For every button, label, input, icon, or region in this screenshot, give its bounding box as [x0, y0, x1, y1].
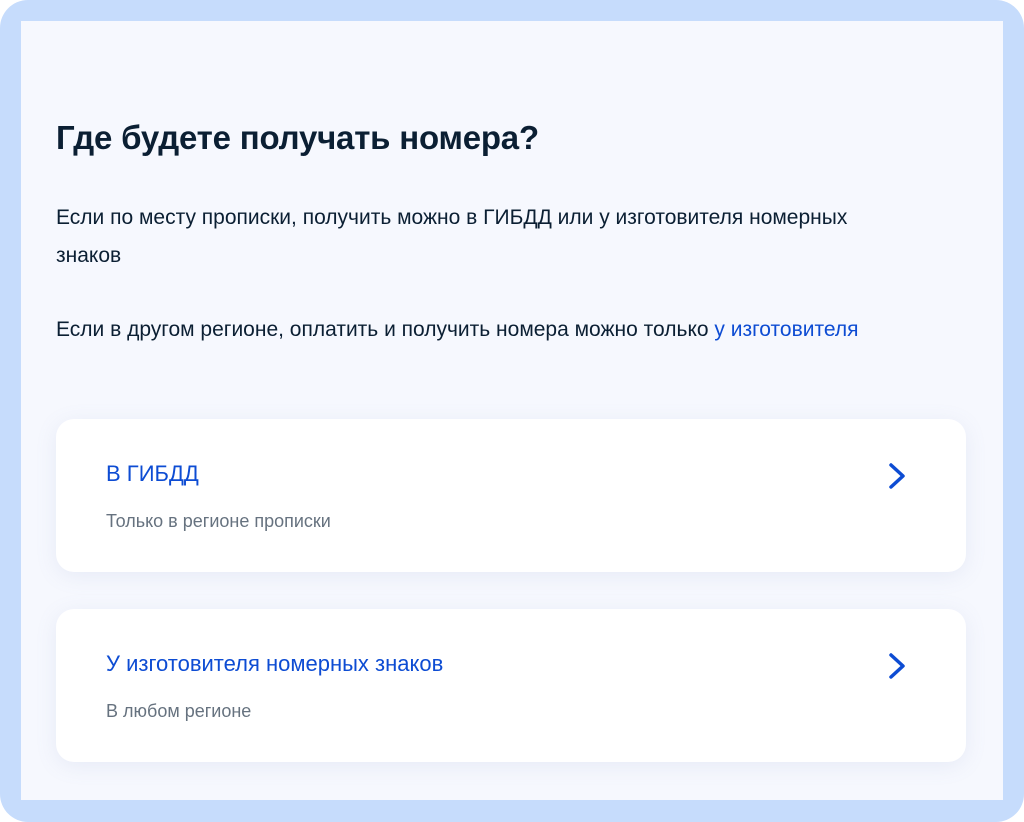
option-card-gibdd[interactable]: В ГИБДД Только в регионе прописки	[56, 419, 966, 572]
chevron-right-icon	[889, 653, 905, 679]
page-title: Где будете получать номера?	[56, 119, 539, 156]
info-paragraph-text: Если в другом регионе, оплатить и получи…	[56, 318, 715, 341]
info-paragraph-residence: Если по месту прописки, получить можно в…	[56, 206, 848, 267]
screenshot-frame: Где будете получать номера? Если по мест…	[0, 0, 1024, 822]
option-title: В ГИБДД	[106, 461, 199, 486]
info-paragraph-other-region: Если в другом регионе, оплатить и получи…	[56, 311, 916, 349]
content-panel: Где будете получать номера? Если по мест…	[21, 21, 1003, 800]
option-subtitle: В любом регионе	[106, 701, 252, 721]
option-card-manufacturer[interactable]: У изготовителя номерных знаков В любом р…	[56, 609, 966, 762]
option-subtitle: Только в регионе прописки	[106, 511, 331, 531]
chevron-right-icon	[889, 463, 905, 489]
manufacturer-link[interactable]: у изготовителя	[714, 318, 858, 341]
option-title: У изготовителя номерных знаков	[106, 651, 444, 676]
